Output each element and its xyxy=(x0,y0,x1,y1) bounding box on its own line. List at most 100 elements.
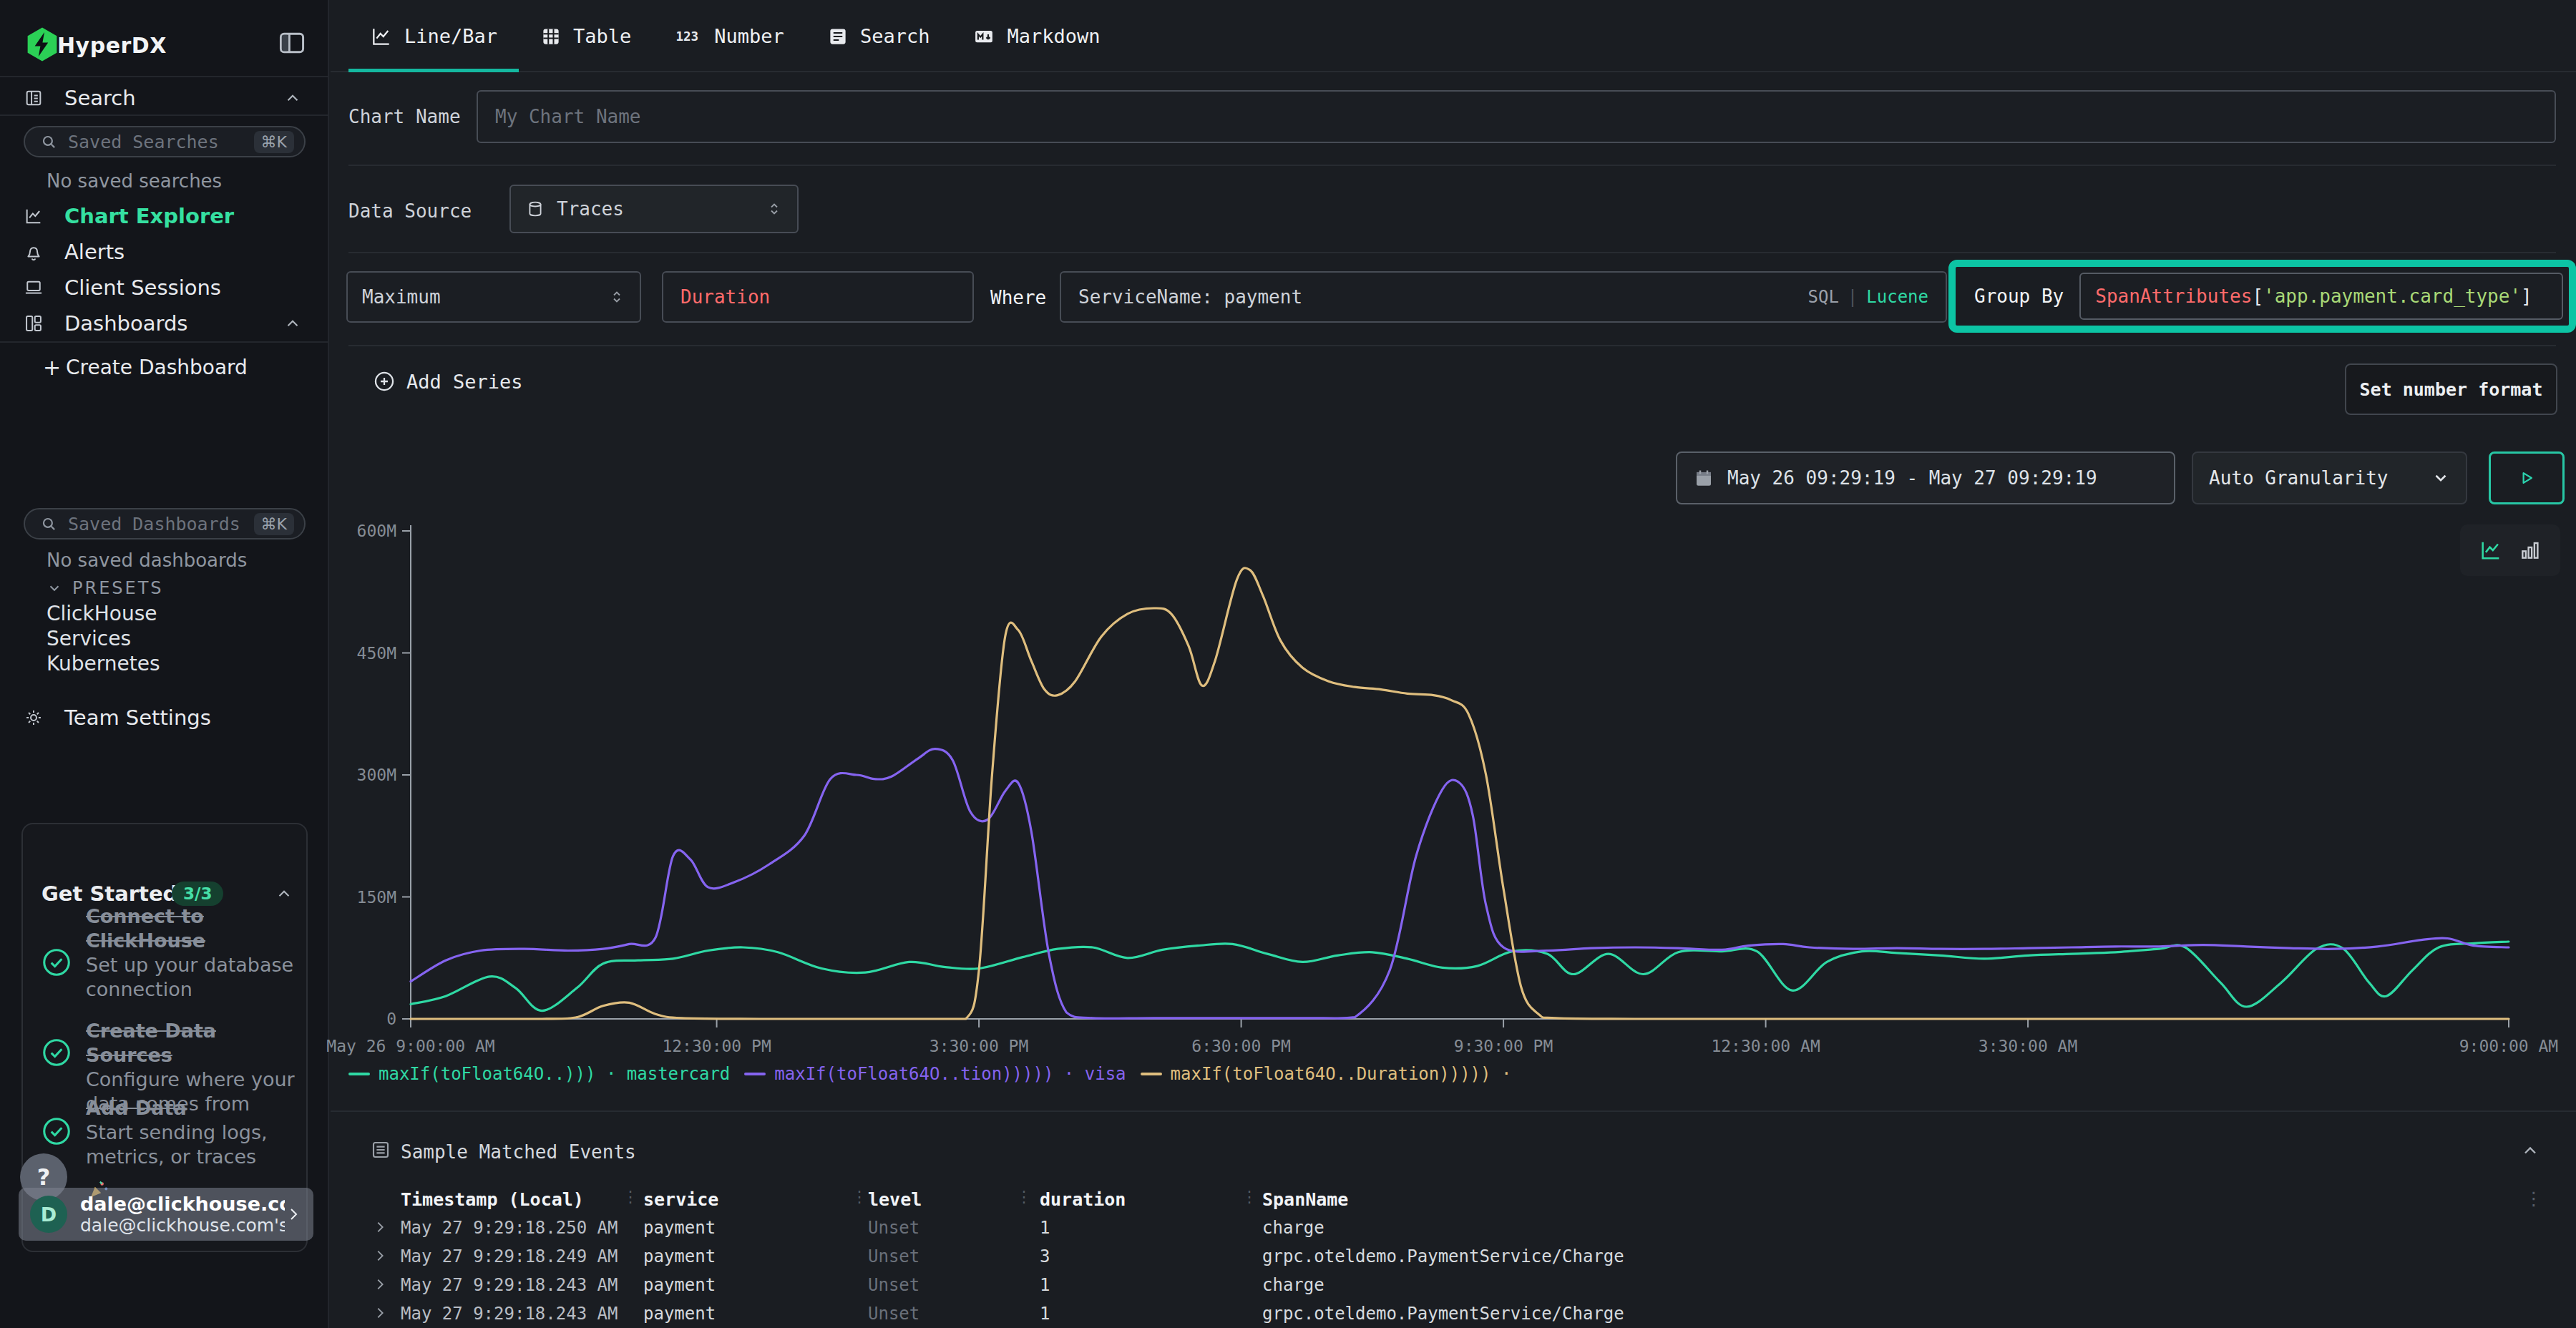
hyperdx-app: HyperDX Search Saved Searches ⌘K No save… xyxy=(0,0,2576,1328)
dashboards-icon xyxy=(24,313,44,333)
search-icon xyxy=(39,132,58,151)
preset-clickhouse[interactable]: ClickHouse xyxy=(47,602,157,625)
search-icon xyxy=(39,514,58,533)
expand-row-icon[interactable] xyxy=(372,1276,388,1292)
sidebar-item-chart-explorer[interactable]: Chart Explorer xyxy=(0,198,329,234)
saved-searches-placeholder: Saved Searches xyxy=(68,132,254,152)
plus-icon: + xyxy=(43,355,61,380)
group-by-highlight: Group By SpanAttributes['app.payment.car… xyxy=(1948,260,2576,333)
user-chip[interactable]: D dale@clickhouse.com dale@clickhouse.co… xyxy=(19,1188,313,1241)
x-tick-label: 3:30:00 PM xyxy=(930,1037,1028,1055)
plus-circle-icon xyxy=(372,369,396,394)
events-panel-title: Sample Matched Events xyxy=(401,1141,636,1163)
preset-kubernetes[interactable]: Kubernetes xyxy=(47,652,160,675)
chart-name-label: Chart Name xyxy=(348,106,461,127)
divider xyxy=(348,252,2556,253)
presets-toggle[interactable]: PRESETS xyxy=(47,578,164,598)
column-grip-icon[interactable]: ⋮ xyxy=(1241,1188,1257,1206)
bell-icon xyxy=(24,242,44,262)
divider xyxy=(331,1110,2576,1112)
sidebar-item-team-settings[interactable]: Team Settings xyxy=(0,700,329,736)
divider xyxy=(348,345,2556,346)
checklist-item[interactable]: Connect to ClickHouse Set up your databa… xyxy=(86,904,301,1002)
data-source-select[interactable]: Traces xyxy=(509,185,799,233)
chart-legend: maxIf(toFloat64O..))) · mastercard maxIf(… xyxy=(348,1064,1511,1084)
series-line-series2 xyxy=(411,568,2509,1019)
saved-dashboards-input[interactable]: Saved Dashboards ⌘K xyxy=(24,508,306,540)
where-input[interactable]: ServiceName: payment SQL | Lucene xyxy=(1060,271,1947,323)
sql-toggle[interactable]: SQL xyxy=(1807,287,1838,307)
no-saved-dashboards-text: No saved dashboards xyxy=(47,550,247,571)
sidebar-item-alerts[interactable]: Alerts xyxy=(0,234,329,270)
timeseries-chart[interactable]: 0150M300M450M600MMay 26 9:00:00 AM12:30:… xyxy=(326,519,2547,1092)
sidebar-item-client-sessions[interactable]: Client Sessions xyxy=(0,270,329,306)
collapse-sidebar-icon[interactable] xyxy=(276,27,308,59)
column-header-service[interactable]: service xyxy=(643,1189,718,1210)
tab-line-bar[interactable]: Line/Bar xyxy=(348,0,519,72)
line-chart-icon xyxy=(370,25,393,48)
granularity-select[interactable]: Auto Granularity xyxy=(2192,451,2467,504)
date-range-input[interactable]: May 26 09:29:19 - May 27 09:29:19 xyxy=(1676,451,2175,504)
tab-table[interactable]: Table xyxy=(519,0,653,72)
column-grip-icon[interactable]: ⋮ xyxy=(852,1188,867,1206)
column-header-timestamp[interactable]: Timestamp (Local) xyxy=(401,1189,584,1210)
set-number-format-button[interactable]: Set number format xyxy=(2345,363,2557,415)
sidebar-section-search[interactable]: Search xyxy=(0,80,329,116)
legend-swatch xyxy=(1141,1073,1162,1075)
legend-item-mastercard[interactable]: maxIf(toFloat64O..))) · mastercard xyxy=(348,1064,730,1084)
tab-search[interactable]: Search xyxy=(806,0,952,72)
x-tick-label: 9:30:00 PM xyxy=(1454,1037,1553,1055)
column-grip-icon[interactable]: ⋮ xyxy=(1016,1188,1032,1206)
search-doc-icon xyxy=(827,26,849,47)
table-menu-icon[interactable]: ⋮ xyxy=(2524,1188,2543,1209)
tab-number[interactable]: 123 Number xyxy=(653,0,806,72)
checklist-item[interactable]: Add Data Start sending logs, metrics, or… xyxy=(86,1096,301,1169)
sidebar-section-label: Search xyxy=(64,86,136,110)
hyperdx-logo-icon xyxy=(24,26,61,63)
no-saved-searches-text: No saved searches xyxy=(47,170,222,192)
markdown-icon xyxy=(972,26,995,47)
y-tick-label: 300M xyxy=(357,766,396,784)
legend-swatch xyxy=(744,1073,766,1075)
calendar-icon xyxy=(1693,467,1714,489)
aggregation-select[interactable]: Maximum xyxy=(346,271,641,323)
sidebar: HyperDX Search Saved Searches ⌘K No save… xyxy=(0,0,329,1328)
table-icon xyxy=(540,26,562,47)
chart-name-input[interactable]: My Chart Name xyxy=(477,90,2556,143)
divider xyxy=(0,341,329,343)
preset-services[interactable]: Services xyxy=(47,627,131,650)
group-by-input[interactable]: SpanAttributes['app.payment.card_type'] xyxy=(2079,273,2563,320)
chevron-down-icon xyxy=(47,580,62,596)
laptop-icon xyxy=(24,278,44,298)
divider xyxy=(0,114,329,116)
field-input[interactable]: Duration xyxy=(662,271,974,323)
number-123-icon: 123 xyxy=(674,26,703,47)
chevron-right-icon xyxy=(285,1206,302,1223)
chevron-up-icon[interactable] xyxy=(275,884,293,903)
divider xyxy=(0,76,329,77)
expand-row-icon[interactable] xyxy=(372,1248,388,1264)
legend-item-series2[interactable]: maxIf(toFloat64O..Duration))))) · xyxy=(1141,1064,1512,1084)
lucene-toggle[interactable]: Lucene xyxy=(1866,287,1928,307)
tab-markdown[interactable]: Markdown xyxy=(951,0,1121,72)
user-sub: dale@clickhouse.com's xyxy=(80,1215,285,1236)
search-panel-icon xyxy=(24,88,44,108)
play-icon xyxy=(2516,467,2537,489)
sidebar-item-dashboards[interactable]: Dashboards xyxy=(0,306,329,341)
run-query-button[interactable] xyxy=(2489,451,2565,504)
saved-searches-input[interactable]: Saved Searches ⌘K xyxy=(24,126,306,157)
create-dashboard-button[interactable]: + Create Dashboard xyxy=(0,349,329,385)
column-grip-icon[interactable]: ⋮ xyxy=(623,1188,638,1206)
x-tick-label: 3:30:00 AM xyxy=(1979,1037,2077,1055)
column-header-level[interactable]: level xyxy=(868,1189,922,1210)
add-series-button[interactable]: Add Series xyxy=(372,369,523,394)
expand-row-icon[interactable] xyxy=(372,1219,388,1235)
column-header-spanname[interactable]: SpanName xyxy=(1262,1189,1348,1210)
legend-item-visa[interactable]: maxIf(toFloat64O..tion))))) · visa xyxy=(744,1064,1126,1084)
column-header-duration[interactable]: duration xyxy=(1040,1189,1126,1210)
get-started-title: Get Started xyxy=(42,882,177,906)
collapse-events-icon[interactable] xyxy=(2520,1141,2540,1161)
y-tick-label: 450M xyxy=(357,644,396,663)
expand-row-icon[interactable] xyxy=(372,1305,388,1321)
check-circle-icon xyxy=(40,1036,73,1069)
